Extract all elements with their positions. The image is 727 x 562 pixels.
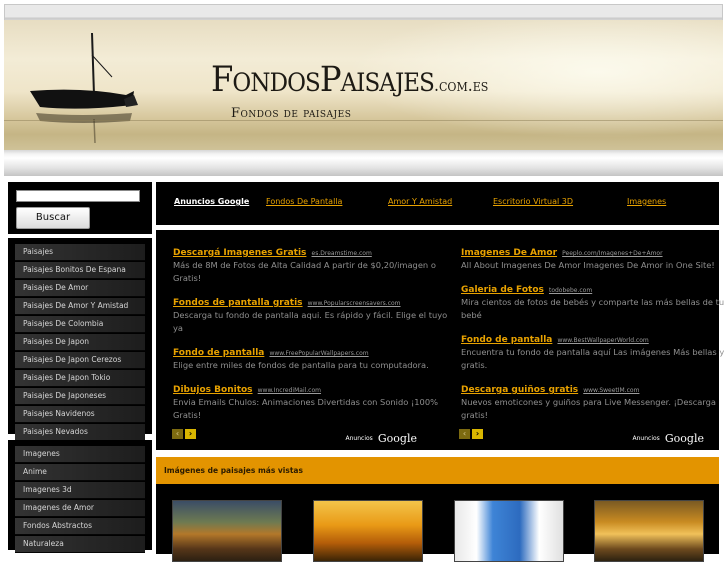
prev-ads-button[interactable]: ‹	[459, 429, 470, 439]
ads-column-right: Imagenes De Amor Peeplo.com/Imagenes+De+…	[461, 240, 727, 427]
sidebar-item[interactable]: Paisajes De Japon Cerezos	[15, 352, 145, 369]
google-logo-text: Google	[377, 432, 417, 445]
sidebar-item[interactable]: Paisajes De Japon Tokio	[15, 370, 145, 387]
brand-small-text: Anuncios	[345, 435, 373, 442]
sidebar-item[interactable]: Paisajes De Amor Y Amistad	[15, 298, 145, 315]
sidebar-item[interactable]: Paisajes Nevados	[15, 424, 145, 441]
sidebar-menu-paisajes: Paisajes Paisajes Bonitos De Espana Pais…	[8, 238, 152, 441]
nav-link-amor[interactable]: Amor Y Amistad	[388, 197, 452, 206]
sidebar-item[interactable]: Anime	[15, 464, 145, 481]
thumbnail-autumn-cabin[interactable]	[172, 500, 282, 562]
prev-ads-button[interactable]: ‹	[172, 429, 183, 439]
google-ads-panel: Descargá Imagenes Gratis es.Dreamstime.c…	[156, 230, 724, 450]
search-button[interactable]: Buscar	[16, 207, 90, 229]
anuncios-google-brand[interactable]: Anuncios Google	[633, 428, 704, 447]
sidebar-item[interactable]: Imagenes de Amor	[15, 500, 145, 517]
ad-url-link[interactable]: www.BestWallpaperWorld.com	[557, 337, 648, 344]
ad-url-link[interactable]: www.Popularscreensavers.com	[308, 300, 401, 307]
ad-title-link[interactable]: Imagenes De Amor	[461, 248, 557, 258]
ad-description: Encuentra tu fondo de pantalla aquí Las …	[461, 347, 725, 370]
google-link-bar: Anuncios Google Fondos De Pantalla Amor …	[156, 182, 719, 225]
ad-title-link[interactable]: Fondos de pantalla gratis	[173, 298, 303, 308]
ad-unit: Galeria de Fotos todobebe.com Mira cient…	[461, 277, 727, 322]
ads-footer-right: ‹ › Anuncios Google	[459, 427, 704, 445]
most-viewed-gallery	[156, 484, 719, 562]
ad-unit: Dibujos Bonitos www.IncrediMail.com Envi…	[173, 377, 449, 422]
ad-title-link[interactable]: Descarga guiños gratis	[461, 385, 578, 395]
logo-subtitle: Fondos de paisajes	[231, 106, 352, 121]
ad-unit: Fondo de pantalla www.FreePopularWallpap…	[173, 340, 449, 372]
most-viewed-title: Imágenes de paisajes más vistas	[164, 466, 303, 475]
thumbnail-window-sky[interactable]	[454, 500, 564, 562]
page: FondosPaisajes.com.es Fondos de paisajes…	[0, 0, 727, 562]
ad-url-link[interactable]: todobebe.com	[549, 287, 592, 294]
sidebar-item[interactable]: Fondos Abstractos	[15, 518, 145, 535]
sidebar-item[interactable]: Paisajes De Amor	[15, 280, 145, 297]
sidebar-item[interactable]: Imagenes 3d	[15, 482, 145, 499]
nav-link-escritorio[interactable]: Escritorio Virtual 3D	[493, 197, 573, 206]
ad-description: Elige entre miles de fondos de pantalla …	[173, 360, 429, 370]
header-bottom-bar	[4, 150, 723, 176]
search-input[interactable]	[16, 190, 140, 202]
sidebar-item[interactable]: Paisajes De Colombia	[15, 316, 145, 333]
ad-unit: Imagenes De Amor Peeplo.com/Imagenes+De+…	[461, 240, 727, 272]
ad-url-link[interactable]: www.FreePopularWallpapers.com	[269, 350, 368, 357]
ad-description: Nuevos emoticones y guiños para Live Mes…	[461, 397, 717, 420]
header-banner[interactable]: FondosPaisajes.com.es Fondos de paisajes	[4, 20, 723, 150]
ad-unit: Fondos de pantalla gratis www.Popularscr…	[173, 290, 449, 335]
sidebar-item[interactable]: Imagenes	[15, 446, 145, 463]
ad-url-link[interactable]: www.SweetIM.com	[583, 387, 639, 394]
ad-title-link[interactable]: Dibujos Bonitos	[173, 385, 253, 395]
ads-column-left: Descargá Imagenes Gratis es.Dreamstime.c…	[173, 240, 449, 427]
nav-link-fondos[interactable]: Fondos De Pantalla	[266, 197, 342, 206]
ad-description: Envia Emails Chulos: Animaciones Diverti…	[173, 397, 438, 420]
site-logo[interactable]: FondosPaisajes.com.es	[211, 60, 488, 100]
ads-footer-left: ‹ › Anuncios Google	[172, 427, 417, 445]
search-panel: Buscar	[8, 182, 152, 234]
ad-url-link[interactable]: es.Dreamstime.com	[312, 250, 372, 257]
ad-description: Mira cientos de fotos de bebés y compart…	[461, 297, 725, 320]
sidebar-item[interactable]: Paisajes De Japoneses	[15, 388, 145, 405]
sidebar-item[interactable]: Paisajes Navidenos	[15, 406, 145, 423]
ad-unit: Descargá Imagenes Gratis es.Dreamstime.c…	[173, 240, 449, 285]
ad-title-link[interactable]: Fondo de pantalla	[461, 335, 552, 345]
anuncios-google-brand[interactable]: Anuncios Google	[346, 428, 417, 447]
ad-description: Más de 8M de Fotos de Alta Calidad A par…	[173, 260, 436, 283]
ad-unit: Fondo de pantalla www.BestWallpaperWorld…	[461, 327, 727, 372]
next-ads-button[interactable]: ›	[472, 429, 483, 439]
sidebar-item[interactable]: Paisajes De Japon	[15, 334, 145, 351]
next-ads-button[interactable]: ›	[185, 429, 196, 439]
most-viewed-header: Imágenes de paisajes más vistas	[156, 457, 719, 484]
sidebar-item[interactable]: Paisajes	[15, 244, 145, 261]
nav-link-imagenes[interactable]: Imagenes	[627, 197, 666, 206]
horizon-line	[4, 120, 723, 121]
thumbnail-waterfall[interactable]	[594, 500, 704, 562]
ad-url-link[interactable]: Peeplo.com/Imagenes+De+Amor	[562, 250, 662, 257]
ad-url-link[interactable]: www.IncrediMail.com	[258, 387, 321, 394]
ad-title-link[interactable]: Fondo de pantalla	[173, 348, 264, 358]
sidebar-menu-imagenes: Imagenes Anime Imagenes 3d Imagenes de A…	[8, 440, 152, 553]
ad-description: All About Imagenes De Amor Imagenes De A…	[461, 260, 715, 270]
google-logo-text: Google	[664, 432, 704, 445]
ad-description: Descarga tu fondo de pantalla aqui. Es r…	[173, 310, 448, 333]
anuncios-google-link[interactable]: Anuncios Google	[174, 197, 249, 206]
thumbnail-sunset-sea[interactable]	[313, 500, 423, 562]
sidebar-item[interactable]: Paisajes Bonitos De Espana	[15, 262, 145, 279]
logo-main-text: FondosPaisajes	[211, 60, 435, 100]
brand-small-text: Anuncios	[632, 435, 660, 442]
ad-unit: Descarga guiños gratis www.SweetIM.com N…	[461, 377, 727, 422]
ad-title-link[interactable]: Descargá Imagenes Gratis	[173, 248, 306, 258]
boat-icon	[30, 32, 138, 144]
logo-ext-text: .com.es	[433, 76, 489, 96]
ad-title-link[interactable]: Galeria de Fotos	[461, 285, 544, 295]
